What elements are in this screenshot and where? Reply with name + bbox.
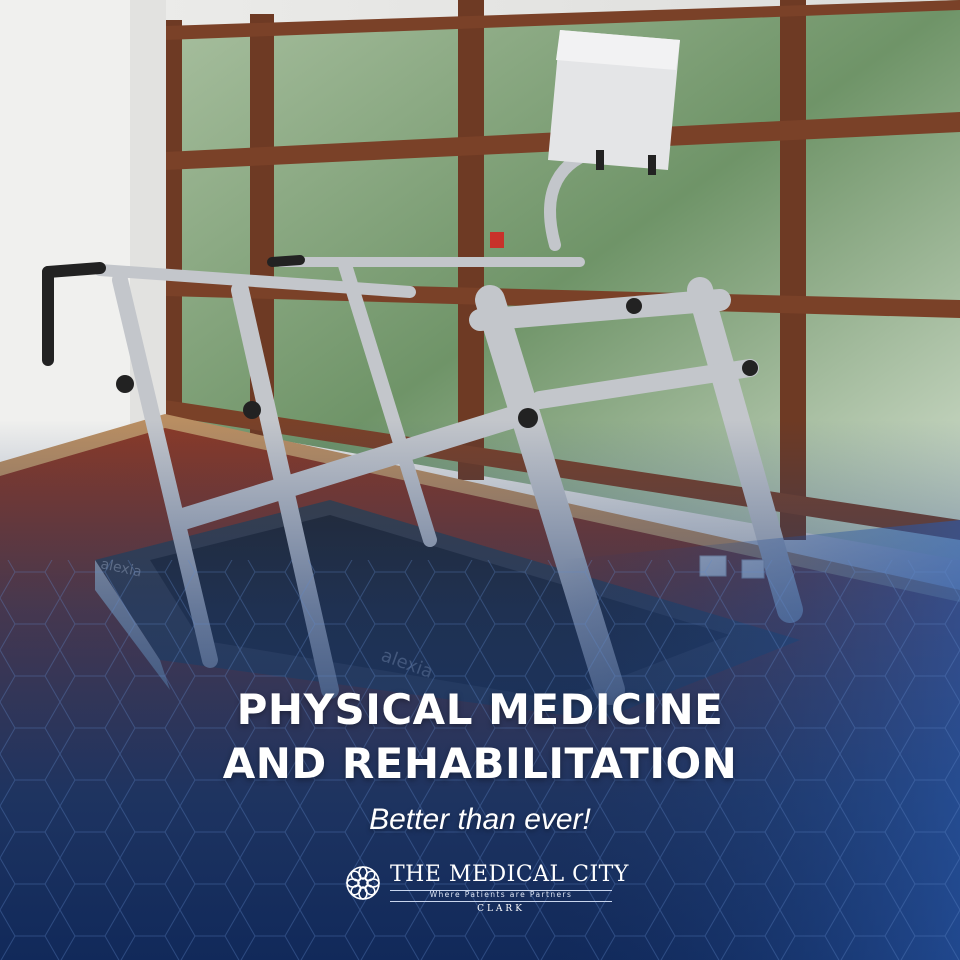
tagline: Better than ever! bbox=[369, 803, 591, 836]
brand-divider-lower bbox=[390, 901, 612, 902]
flower-emblem-icon bbox=[346, 866, 380, 900]
brand-name: THE MEDICAL CITY bbox=[390, 862, 629, 887]
brand-logo: THE MEDICAL CITY Where Patients are Part… bbox=[344, 862, 628, 918]
poster: alexia alexia bbox=[0, 0, 960, 960]
brand-tagline: Where Patients are Partners bbox=[429, 890, 573, 899]
headline-line-1: PHYSICAL MEDICINE bbox=[236, 685, 724, 734]
brand-location: CLARK bbox=[477, 904, 525, 914]
headline-line-2: AND REHABILITATION bbox=[222, 739, 738, 788]
